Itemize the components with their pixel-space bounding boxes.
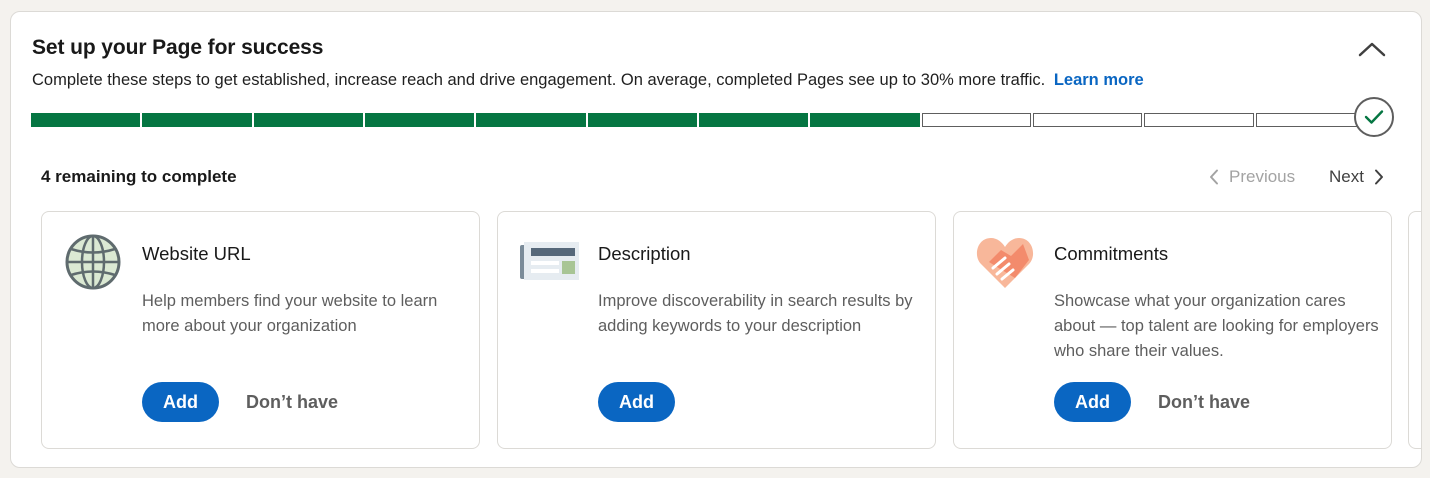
remaining-count: 4 remaining to complete bbox=[41, 167, 237, 186]
globe-icon bbox=[63, 232, 123, 292]
handshake-heart-icon bbox=[975, 232, 1035, 292]
learn-more-link[interactable]: Learn more bbox=[1054, 71, 1144, 89]
progress-segment bbox=[142, 113, 252, 127]
chevron-left-icon bbox=[1210, 169, 1218, 185]
previous-button[interactable]: Previous bbox=[1209, 167, 1295, 187]
panel-title: Set up your Page for success bbox=[32, 36, 324, 59]
subtitle-text: Complete these steps to get established,… bbox=[32, 71, 1046, 89]
card-description-text: Improve discoverability in search result… bbox=[598, 292, 913, 335]
progress-segment bbox=[1255, 113, 1364, 127]
progress-segment bbox=[1144, 113, 1254, 127]
progress-segment bbox=[253, 113, 363, 127]
next-card-peek bbox=[1408, 211, 1421, 449]
card-description: Description Improve discoverability in s… bbox=[497, 211, 936, 449]
progress-segment bbox=[810, 113, 920, 127]
card-description: Help members find your website to learn … bbox=[142, 292, 438, 335]
progress-segment bbox=[364, 113, 475, 127]
progress-complete-badge bbox=[1354, 97, 1394, 137]
add-website-button[interactable]: Add bbox=[142, 382, 219, 422]
progress-segment bbox=[698, 113, 809, 127]
progress-segment bbox=[921, 113, 1031, 127]
card-description-text: Showcase what your organization cares ab… bbox=[1054, 292, 1379, 360]
add-commitments-button[interactable]: Add bbox=[1054, 382, 1131, 422]
card-title: Website URL bbox=[142, 243, 251, 264]
dont-have-commitments-button[interactable]: Don’t have bbox=[1146, 382, 1262, 422]
progress-segment bbox=[476, 113, 586, 127]
next-button[interactable]: Next bbox=[1329, 167, 1384, 187]
progress-segment bbox=[31, 113, 141, 127]
card-commitments: Commitments Showcase what your organizat… bbox=[953, 211, 1392, 449]
card-title: Commitments bbox=[1054, 243, 1169, 264]
chevron-up-icon bbox=[1358, 42, 1386, 57]
progress-segment bbox=[587, 113, 697, 127]
card-website-url: Website URL Help members find your websi… bbox=[41, 211, 480, 449]
collapse-button[interactable] bbox=[1355, 34, 1389, 64]
card-title: Description bbox=[598, 243, 691, 264]
add-description-button[interactable]: Add bbox=[598, 382, 675, 422]
progress-segment bbox=[1032, 113, 1143, 127]
previous-label: Previous bbox=[1229, 167, 1296, 186]
progress-bar bbox=[31, 113, 1364, 129]
dont-have-website-button[interactable]: Don’t have bbox=[234, 382, 350, 422]
next-label: Next bbox=[1329, 167, 1364, 186]
checkmark-icon bbox=[1364, 110, 1384, 124]
panel-subtitle: Complete these steps to get established,… bbox=[32, 71, 1144, 90]
chevron-right-icon bbox=[1374, 169, 1383, 185]
newspaper-icon bbox=[519, 232, 579, 292]
setup-panel: Set up your Page for success Complete th… bbox=[10, 11, 1422, 468]
